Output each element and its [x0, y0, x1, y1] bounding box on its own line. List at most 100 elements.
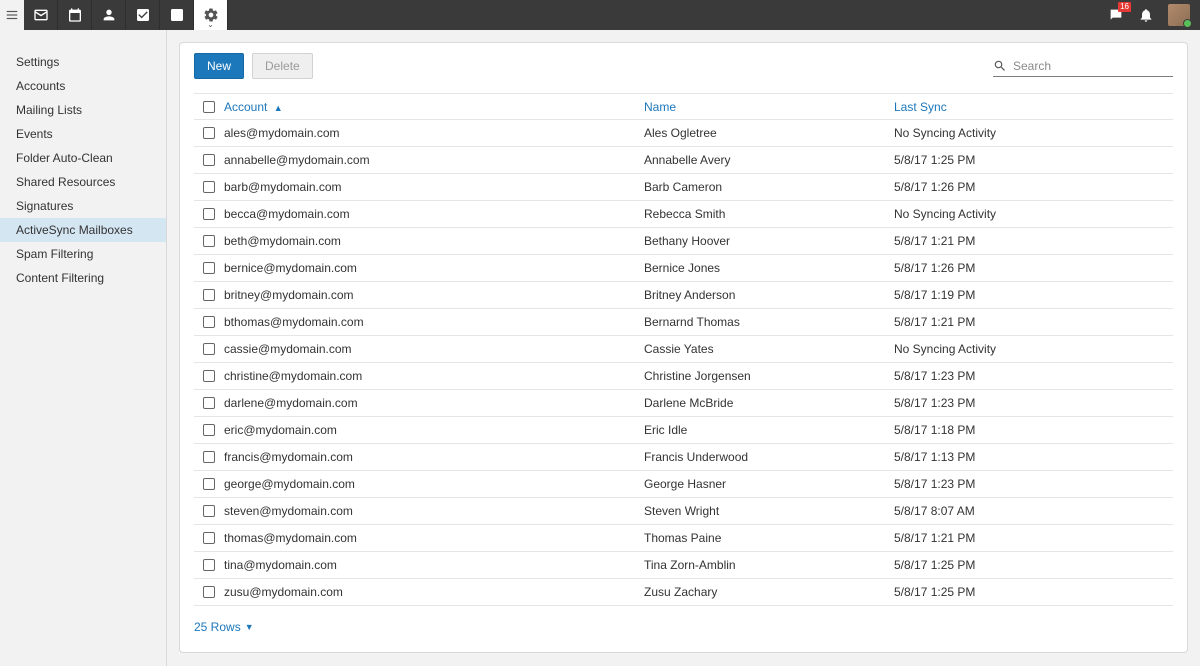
cell-name: Tina Zorn-Amblin [644, 558, 894, 572]
select-all-checkbox[interactable] [203, 101, 215, 113]
cell-name: Thomas Paine [644, 531, 894, 545]
topnav-icons: ⌄ [24, 0, 228, 30]
content: SettingsAccountsMailing ListsEventsFolde… [0, 30, 1200, 666]
row-checkbox[interactable] [203, 316, 215, 328]
search-icon [993, 59, 1007, 73]
column-last-sync[interactable]: Last Sync [894, 100, 1173, 114]
cell-last-sync: 5/8/17 1:13 PM [894, 450, 1173, 464]
row-checkbox[interactable] [203, 532, 215, 544]
row-checkbox[interactable] [203, 451, 215, 463]
row-checkbox[interactable] [203, 559, 215, 571]
table-row[interactable]: ales@mydomain.comAles OgletreeNo Syncing… [194, 120, 1173, 147]
table-row[interactable]: bthomas@mydomain.comBernarnd Thomas5/8/1… [194, 309, 1173, 336]
delete-button[interactable]: Delete [252, 53, 313, 79]
row-checkbox[interactable] [203, 424, 215, 436]
row-checkbox[interactable] [203, 181, 215, 193]
topbar-right: 16 [1108, 0, 1200, 30]
column-name[interactable]: Name [644, 100, 894, 114]
table-row[interactable]: bernice@mydomain.comBernice Jones5/8/17 … [194, 255, 1173, 282]
cell-last-sync: No Syncing Activity [894, 126, 1173, 140]
menu-toggle[interactable] [0, 0, 24, 30]
contacts-icon[interactable] [92, 0, 126, 30]
bell-icon[interactable] [1138, 7, 1154, 23]
row-checkbox[interactable] [203, 397, 215, 409]
row-checkbox[interactable] [203, 478, 215, 490]
cell-name: Francis Underwood [644, 450, 894, 464]
main-panel: New Delete Account ▲ Name Last Sync [167, 30, 1200, 666]
table-row[interactable]: george@mydomain.comGeorge Hasner5/8/17 1… [194, 471, 1173, 498]
cell-name: Ales Ogletree [644, 126, 894, 140]
row-checkbox-cell [194, 397, 224, 409]
cell-account: zusu@mydomain.com [224, 585, 644, 599]
table-row[interactable]: tina@mydomain.comTina Zorn-Amblin5/8/17 … [194, 552, 1173, 579]
sidebar-item-events[interactable]: Events [0, 122, 166, 146]
sidebar-item-folder-auto-clean[interactable]: Folder Auto-Clean [0, 146, 166, 170]
row-checkbox[interactable] [203, 154, 215, 166]
row-checkbox[interactable] [203, 208, 215, 220]
row-checkbox-cell [194, 127, 224, 139]
tasks-icon[interactable] [126, 0, 160, 30]
cell-last-sync: 5/8/17 1:21 PM [894, 315, 1173, 329]
row-checkbox[interactable] [203, 505, 215, 517]
chevron-down-icon: ⌄ [207, 21, 214, 29]
mail-icon[interactable] [24, 0, 58, 30]
table-row[interactable]: eric@mydomain.comEric Idle5/8/17 1:18 PM [194, 417, 1173, 444]
calendar-icon[interactable] [58, 0, 92, 30]
cell-name: Barb Cameron [644, 180, 894, 194]
cell-last-sync: 5/8/17 1:23 PM [894, 396, 1173, 410]
table-row[interactable]: beth@mydomain.comBethany Hoover5/8/17 1:… [194, 228, 1173, 255]
table-row[interactable]: becca@mydomain.comRebecca SmithNo Syncin… [194, 201, 1173, 228]
row-checkbox[interactable] [203, 235, 215, 247]
cell-account: steven@mydomain.com [224, 504, 644, 518]
row-checkbox[interactable] [203, 343, 215, 355]
sidebar-item-content-filtering[interactable]: Content Filtering [0, 266, 166, 290]
select-all-cell [194, 101, 224, 113]
table-row[interactable]: francis@mydomain.comFrancis Underwood5/8… [194, 444, 1173, 471]
chat-badge: 16 [1118, 2, 1131, 12]
row-checkbox-cell [194, 262, 224, 274]
sidebar-item-settings[interactable]: Settings [0, 50, 166, 74]
cell-account: ales@mydomain.com [224, 126, 644, 140]
row-checkbox[interactable] [203, 262, 215, 274]
search-input[interactable] [1013, 59, 1173, 73]
row-checkbox[interactable] [203, 586, 215, 598]
sidebar-item-activesync-mailboxes[interactable]: ActiveSync Mailboxes [0, 218, 166, 242]
row-checkbox[interactable] [203, 289, 215, 301]
cell-name: Darlene McBride [644, 396, 894, 410]
row-checkbox-cell [194, 532, 224, 544]
table-row[interactable]: cassie@mydomain.comCassie YatesNo Syncin… [194, 336, 1173, 363]
table-row[interactable]: christine@mydomain.comChristine Jorgense… [194, 363, 1173, 390]
notes-icon[interactable] [160, 0, 194, 30]
sidebar-item-mailing-lists[interactable]: Mailing Lists [0, 98, 166, 122]
new-button[interactable]: New [194, 53, 244, 79]
settings-icon[interactable]: ⌄ [194, 0, 228, 30]
row-checkbox[interactable] [203, 127, 215, 139]
row-checkbox[interactable] [203, 370, 215, 382]
cell-account: thomas@mydomain.com [224, 531, 644, 545]
avatar[interactable] [1168, 4, 1190, 26]
row-checkbox-cell [194, 505, 224, 517]
cell-account: cassie@mydomain.com [224, 342, 644, 356]
table-row[interactable]: barb@mydomain.comBarb Cameron5/8/17 1:26… [194, 174, 1173, 201]
cell-last-sync: 5/8/17 1:23 PM [894, 477, 1173, 491]
row-checkbox-cell [194, 478, 224, 490]
cell-last-sync: 5/8/17 1:25 PM [894, 153, 1173, 167]
chat-icon[interactable]: 16 [1108, 7, 1124, 23]
table-row[interactable]: annabelle@mydomain.comAnnabelle Avery5/8… [194, 147, 1173, 174]
cell-last-sync: 5/8/17 1:18 PM [894, 423, 1173, 437]
table-row[interactable]: steven@mydomain.comSteven Wright5/8/17 8… [194, 498, 1173, 525]
search-field[interactable] [993, 56, 1173, 77]
table-row[interactable]: britney@mydomain.comBritney Anderson5/8/… [194, 282, 1173, 309]
cell-last-sync: 5/8/17 1:23 PM [894, 369, 1173, 383]
table-row[interactable]: zusu@mydomain.comZusu Zachary5/8/17 1:25… [194, 579, 1173, 606]
table-body: ales@mydomain.comAles OgletreeNo Syncing… [194, 120, 1173, 606]
rows-selector[interactable]: 25 Rows ▼ [194, 606, 1173, 634]
sidebar-item-signatures[interactable]: Signatures [0, 194, 166, 218]
table-row[interactable]: darlene@mydomain.comDarlene McBride5/8/1… [194, 390, 1173, 417]
sidebar-item-accounts[interactable]: Accounts [0, 74, 166, 98]
sidebar-item-spam-filtering[interactable]: Spam Filtering [0, 242, 166, 266]
table-row[interactable]: thomas@mydomain.comThomas Paine5/8/17 1:… [194, 525, 1173, 552]
cell-account: britney@mydomain.com [224, 288, 644, 302]
column-account[interactable]: Account ▲ [224, 100, 644, 114]
sidebar-item-shared-resources[interactable]: Shared Resources [0, 170, 166, 194]
